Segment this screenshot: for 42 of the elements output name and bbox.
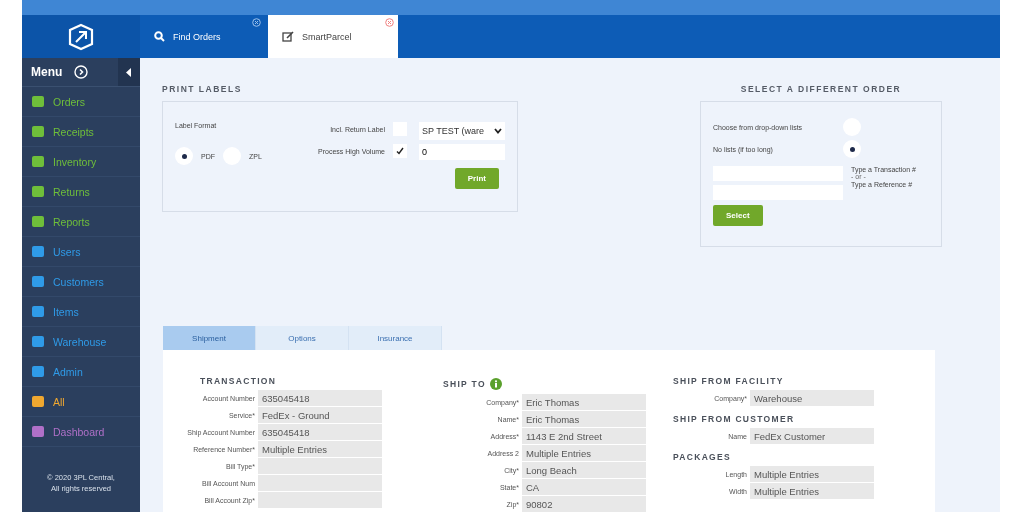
input-field[interactable]: Eric Thomas: [522, 394, 646, 410]
chevron-circle-icon[interactable]: [74, 65, 89, 79]
input-field[interactable]: Eric Thomas: [522, 411, 646, 427]
header-tab[interactable]: SmartParcel: [268, 15, 398, 58]
printer-dropdown[interactable]: SP TEST (ware: [419, 122, 505, 140]
section-title: SHIP TO: [443, 379, 486, 389]
input-field[interactable]: FedEx Customer: [750, 428, 874, 444]
section-title: SHIP FROM FACILITY: [673, 376, 785, 386]
collapse-arrow-icon[interactable]: [126, 67, 132, 77]
section-title: PACKAGES: [673, 452, 732, 462]
input-field[interactable]: 0: [419, 144, 505, 160]
radio-button[interactable]: [175, 147, 193, 165]
input-field[interactable]: 635045418: [258, 390, 382, 406]
search-icon: [154, 31, 165, 42]
menu-title: Menu: [31, 65, 63, 79]
section-title: SHIP FROM CUSTOMER: [673, 414, 796, 424]
input-field[interactable]: Multiple Entries: [750, 466, 874, 482]
section-title: SELECT A DIFFERENT ORDER: [739, 84, 903, 94]
input-field[interactable]: 635045418: [258, 424, 382, 440]
input-field[interactable]: Warehouse: [750, 390, 874, 406]
detail-tab[interactable]: Options: [256, 326, 349, 350]
input-field[interactable]: Multiple Entries: [750, 483, 874, 499]
info-icon[interactable]: [489, 378, 502, 390]
input-field[interactable]: FedEx - Ground: [258, 407, 382, 423]
input-field[interactable]: CA: [522, 479, 646, 495]
input-field[interactable]: Long Beach: [522, 462, 646, 478]
section-title: TRANSACTION: [200, 376, 278, 386]
input-field[interactable]: Multiple Entries: [258, 441, 382, 457]
detail-tab[interactable]: Insurance: [349, 326, 442, 350]
chevron-down-icon: [494, 128, 502, 134]
radio-button[interactable]: [843, 140, 861, 158]
header-tab[interactable]: Find Orders: [140, 15, 265, 58]
input-field[interactable]: Multiple Entries: [522, 445, 646, 461]
checkbox[interactable]: [393, 144, 407, 158]
input-field[interactable]: 1143 E 2nd Street: [522, 428, 646, 444]
close-icon[interactable]: [252, 18, 261, 27]
section-title: PRINT LABELS: [162, 84, 243, 94]
input-field[interactable]: 90802: [522, 496, 646, 512]
detail-tab[interactable]: Shipment: [163, 326, 256, 350]
edit-icon: [282, 31, 294, 42]
close-icon[interactable]: [385, 18, 394, 27]
box-arrow-logo-icon: [67, 22, 95, 51]
